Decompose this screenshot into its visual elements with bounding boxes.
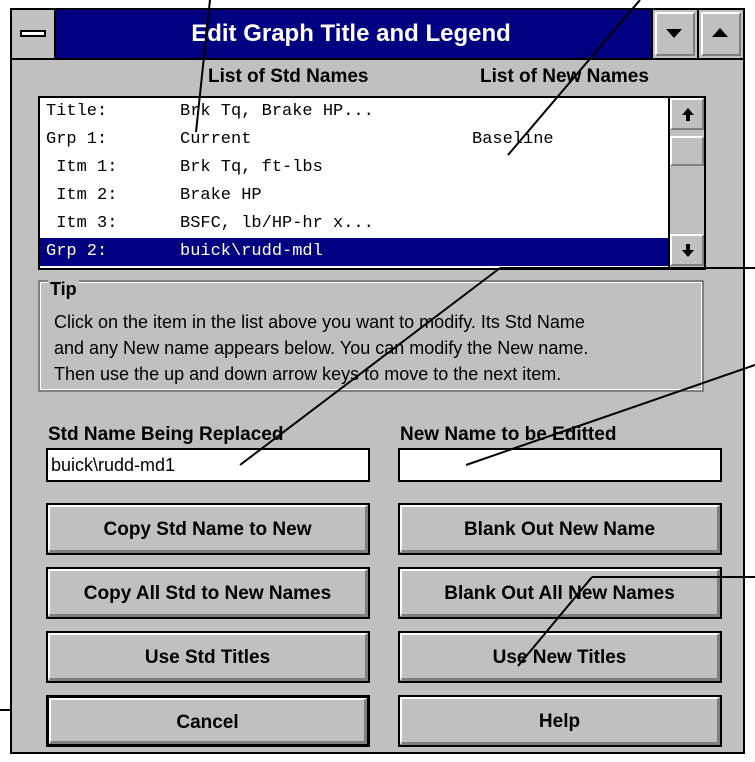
names-list[interactable]: Title: Brk Tq, Brake HP... Grp 1: Current Ba… [38, 96, 706, 270]
tip-line: and any New name appears below. You can … [54, 338, 589, 358]
scroll-down-button[interactable] [670, 234, 704, 266]
tip-label: Tip [48, 279, 79, 299]
list-item-std-name: Brk Tq, Brake HP... [180, 102, 374, 121]
copy-all-std-button[interactable]: Copy All Std to New Names [46, 567, 370, 619]
use-std-titles-label: Use Std Titles [48, 633, 368, 681]
tip-line: Click on the item in the list above you … [54, 312, 585, 332]
scroll-up-arrow-icon [682, 108, 694, 121]
new-names-header: List of New Names [480, 66, 649, 87]
cancel-label: Cancel [49, 698, 367, 744]
std-name-field[interactable]: buick\rudd-md1 [46, 448, 370, 482]
window-title: Edit Graph Title and Legend [191, 20, 511, 47]
minimize-arrow-icon [666, 29, 682, 38]
list-item-label: Itm 3: [46, 214, 118, 233]
new-name-field[interactable] [398, 448, 722, 482]
copy-std-name-label: Copy Std Name to New [48, 505, 368, 553]
minimize-button[interactable] [651, 10, 697, 58]
scroll-up-button[interactable] [670, 98, 704, 130]
list-item[interactable]: Title: Brk Tq, Brake HP... [40, 98, 668, 126]
list-item-std-name: Current [180, 130, 252, 149]
names-list-rows[interactable]: Title: Brk Tq, Brake HP... Grp 1: Current Ba… [40, 98, 668, 268]
std-name-label: Std Name Being Replaced [48, 424, 284, 445]
title-bar: Edit Graph Title and Legend [12, 10, 743, 60]
list-scrollbar[interactable] [668, 98, 704, 268]
page: Edit Graph Title and Legend List of Std … [0, 0, 755, 762]
list-item[interactable]: Grp 1: Current Baseline [40, 126, 668, 154]
list-item-std-name: BSFC, lb/HP-hr x... [180, 214, 374, 233]
list-item-label: Grp 2: [46, 242, 108, 261]
maximize-arrow-icon [712, 28, 728, 37]
use-std-titles-button[interactable]: Use Std Titles [46, 631, 370, 683]
blank-out-all-new-label: Blank Out All New Names [400, 569, 720, 617]
list-item-new-name: Baseline [472, 130, 554, 149]
scroll-down-arrow-icon [682, 244, 694, 257]
blank-out-new-name-label: Blank Out New Name [400, 505, 720, 553]
help-button[interactable]: Help [398, 695, 722, 747]
list-item-std-name: buick\rudd-mdl [180, 242, 323, 261]
copy-all-std-label: Copy All Std to New Names [48, 569, 368, 617]
help-label: Help [400, 697, 720, 745]
list-item-std-name: Brake HP [180, 186, 262, 205]
use-new-titles-label: Use New Titles [400, 633, 720, 681]
scroll-thumb[interactable] [670, 136, 704, 166]
list-item[interactable]: Itm 3: BSFC, lb/HP-hr x... [40, 210, 668, 238]
use-new-titles-button[interactable]: Use New Titles [398, 631, 722, 683]
list-item[interactable]: Itm 1: Brk Tq, ft-lbs [40, 154, 668, 182]
list-item-label: Itm 2: [46, 186, 118, 205]
list-item-label: Grp 1: [46, 130, 108, 149]
blank-out-all-new-button[interactable]: Blank Out All New Names [398, 567, 722, 619]
list-item-label: Itm 1: [46, 158, 118, 177]
list-item[interactable]: Itm 2: Brake HP [40, 182, 668, 210]
blank-out-new-name-button[interactable]: Blank Out New Name [398, 503, 722, 555]
maximize-button[interactable] [697, 10, 743, 58]
new-name-label: New Name to be Editted [400, 424, 617, 445]
list-item[interactable]: Grp 2: buick\rudd-mdl [40, 238, 668, 266]
system-menu-icon[interactable] [12, 10, 56, 58]
copy-std-name-button[interactable]: Copy Std Name to New [46, 503, 370, 555]
list-item-std-name: Brk Tq, ft-lbs [180, 158, 323, 177]
cancel-button[interactable]: Cancel [46, 695, 370, 747]
list-item-label: Title: [46, 102, 108, 121]
std-names-header: List of Std Names [208, 66, 369, 87]
tip-line: Then use the up and down arrow keys to m… [54, 364, 562, 384]
